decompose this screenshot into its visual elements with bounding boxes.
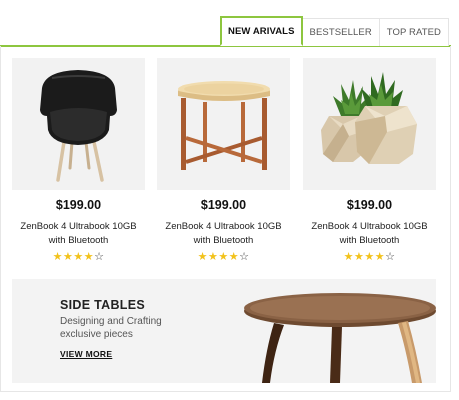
product-price: $199.00 bbox=[55, 198, 102, 212]
banner-title: SIDE TABLES bbox=[60, 298, 146, 312]
star-filled-icon: ★ bbox=[374, 251, 386, 263]
product-card[interactable]: $199.00 ZenBook 4 Ultrabook 10GB with Bl… bbox=[12, 58, 145, 273]
product-name-line: ZenBook 4 Ultrabook 10GB bbox=[165, 221, 282, 232]
potted-plants-image[interactable] bbox=[303, 58, 436, 190]
product-name[interactable]: ZenBook 4 Ultrabook 10GB with Bluetooth bbox=[153, 220, 294, 248]
tab-bar: NEW ARIVALS BESTSELLER TOP RATED bbox=[0, 16, 459, 47]
star-filled-icon: ★ bbox=[73, 251, 84, 263]
tab-new-arrivals[interactable]: NEW ARIVALS bbox=[219, 16, 303, 46]
product-name-line: with Bluetooth bbox=[48, 235, 109, 246]
star-filled-icon: ★ bbox=[207, 251, 219, 263]
star-empty-icon: ☆ bbox=[94, 251, 105, 263]
product-name-line: with Bluetooth bbox=[339, 235, 400, 246]
star-rating: ★★★★☆ bbox=[303, 250, 436, 263]
product-name[interactable]: ZenBook 4 Ultrabook 10GB with Bluetooth bbox=[8, 220, 149, 248]
star-filled-icon: ★ bbox=[52, 251, 63, 263]
product-card[interactable]: $199.00 ZenBook 4 Ultrabook 10GB with Bl… bbox=[303, 58, 436, 273]
promo-banner[interactable]: SIDE TABLES Designing and Crafting exclu… bbox=[12, 279, 436, 383]
banner-subtitle-line: Designing and Crafting bbox=[60, 316, 162, 327]
star-empty-icon: ☆ bbox=[239, 251, 250, 263]
tab-list: NEW ARIVALS BESTSELLER TOP RATED bbox=[219, 16, 449, 46]
product-price: $199.00 bbox=[346, 198, 393, 212]
star-filled-icon: ★ bbox=[83, 251, 95, 263]
armchair-image[interactable] bbox=[12, 58, 145, 190]
tab-top-rated[interactable]: TOP RATED bbox=[379, 18, 449, 46]
banner-subtitle-line: exclusive pieces bbox=[60, 329, 133, 340]
view-more-link[interactable]: VIEW MORE bbox=[60, 349, 112, 359]
banner-subtitle: Designing and Crafting exclusive pieces bbox=[60, 315, 200, 341]
product-tabs-widget: NEW ARIVALS BESTSELLER TOP RATED $199.00… bbox=[0, 0, 459, 400]
product-name-line: ZenBook 4 Ultrabook 10GB bbox=[311, 221, 428, 232]
star-filled-icon: ★ bbox=[343, 251, 354, 263]
star-filled-icon: ★ bbox=[62, 251, 74, 263]
round-wooden-table-image bbox=[244, 293, 436, 383]
star-filled-icon: ★ bbox=[218, 251, 229, 263]
star-filled-icon: ★ bbox=[353, 251, 365, 263]
star-filled-icon: ★ bbox=[364, 251, 375, 263]
star-empty-icon: ☆ bbox=[385, 251, 396, 263]
product-name-line: with Bluetooth bbox=[193, 235, 254, 246]
star-filled-icon: ★ bbox=[197, 251, 208, 263]
product-card[interactable]: $199.00 ZenBook 4 Ultrabook 10GB with Bl… bbox=[157, 58, 290, 273]
product-name[interactable]: ZenBook 4 Ultrabook 10GB with Bluetooth bbox=[299, 220, 440, 248]
product-name-line: ZenBook 4 Ultrabook 10GB bbox=[20, 221, 137, 232]
product-price: $199.00 bbox=[200, 198, 247, 212]
star-filled-icon: ★ bbox=[228, 251, 240, 263]
star-rating: ★★★★☆ bbox=[157, 250, 290, 263]
side-table-image[interactable] bbox=[157, 58, 290, 190]
tab-bestseller[interactable]: BESTSELLER bbox=[302, 18, 380, 46]
star-rating: ★★★★☆ bbox=[12, 250, 145, 263]
